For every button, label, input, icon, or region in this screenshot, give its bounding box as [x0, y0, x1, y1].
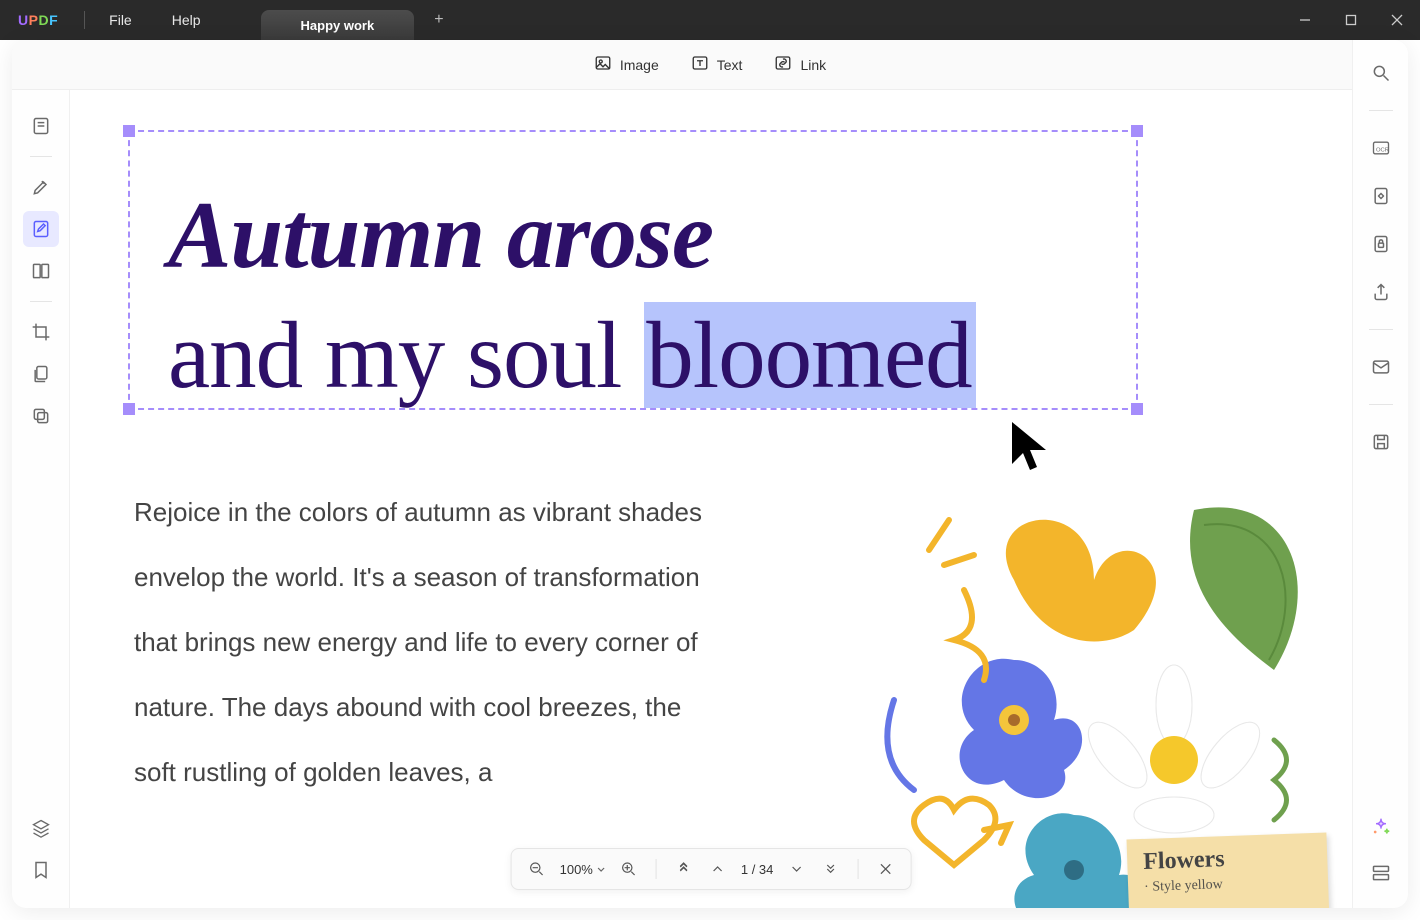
edit-icon[interactable]: [23, 211, 59, 247]
window-minimize-button[interactable]: [1282, 0, 1328, 40]
zoom-out-button[interactable]: [526, 858, 548, 880]
zoom-value: 100%: [560, 862, 593, 877]
sticky-note[interactable]: Flowers · Style yellow: [1126, 833, 1329, 908]
page-layout-icon[interactable]: [23, 253, 59, 289]
page-indicator[interactable]: 1 / 34: [741, 862, 774, 877]
body-paragraph[interactable]: Rejoice in the colors of autumn as vibra…: [134, 480, 704, 805]
title-bar: UPDF File Help Happy work +: [0, 0, 1420, 40]
reader-mode-icon[interactable]: [23, 108, 59, 144]
headline-secondary[interactable]: and my soul bloomed: [168, 300, 976, 410]
mail-icon[interactable]: [1366, 352, 1396, 382]
document-page[interactable]: Autumn arose and my soul bloomed Rejoice…: [98, 90, 1324, 908]
svg-text:OCR: OCR: [1376, 147, 1389, 153]
image-icon: [594, 54, 612, 75]
document-tab[interactable]: Happy work: [261, 10, 415, 40]
close-pagebar-button[interactable]: [874, 858, 896, 880]
chevron-down-icon: [597, 865, 606, 874]
insert-text-button[interactable]: Text: [691, 54, 743, 75]
headline-highlight: bloomed: [644, 302, 975, 408]
crop-icon[interactable]: [23, 314, 59, 350]
panel-layout-icon[interactable]: [1366, 858, 1396, 888]
ocr-icon[interactable]: OCR: [1366, 133, 1396, 163]
cursor-icon: [1008, 420, 1052, 474]
layers-icon[interactable]: [23, 810, 59, 846]
prev-page-button[interactable]: [707, 858, 729, 880]
add-tab-button[interactable]: +: [434, 11, 443, 29]
duplicate-icon[interactable]: [23, 398, 59, 434]
page-canvas[interactable]: Autumn arose and my soul bloomed Rejoice…: [70, 90, 1352, 908]
insert-image-button[interactable]: Image: [594, 54, 659, 75]
protect-icon[interactable]: [1366, 229, 1396, 259]
body-post: The days abound with cool breezes, the s…: [134, 692, 681, 787]
resize-handle-br[interactable]: [1131, 403, 1143, 415]
window-close-button[interactable]: [1374, 0, 1420, 40]
page-navigation-bar: 100% 1 / 34: [511, 848, 912, 890]
highlighter-icon[interactable]: [23, 169, 59, 205]
copy-page-icon[interactable]: [23, 356, 59, 392]
window-maximize-button[interactable]: [1328, 0, 1374, 40]
top-toolbar: Image Text Link: [12, 40, 1408, 90]
zoom-level[interactable]: 100%: [560, 862, 606, 877]
zoom-in-button[interactable]: [618, 858, 640, 880]
logo-separator: [84, 11, 85, 29]
insert-link-button[interactable]: Link: [774, 54, 826, 75]
search-icon[interactable]: [1366, 58, 1396, 88]
link-icon: [774, 54, 792, 75]
text-icon: [691, 54, 709, 75]
menu-help[interactable]: Help: [152, 12, 221, 28]
tool-label: Link: [800, 57, 826, 73]
menu-file[interactable]: File: [89, 12, 152, 28]
share-icon[interactable]: [1366, 277, 1396, 307]
headline-primary[interactable]: Autumn arose: [168, 180, 713, 290]
headline-part: and my soul: [168, 302, 644, 408]
resize-handle-tl[interactable]: [123, 125, 135, 137]
tool-label: Image: [620, 57, 659, 73]
right-sidebar: OCR: [1352, 40, 1408, 908]
first-page-button[interactable]: [673, 858, 695, 880]
tool-label: Text: [717, 57, 743, 73]
sticky-title: Flowers: [1143, 843, 1312, 876]
bookmark-icon[interactable]: [23, 852, 59, 888]
left-sidebar: [12, 90, 70, 908]
save-icon[interactable]: [1366, 427, 1396, 457]
ai-sparkle-icon[interactable]: [1366, 812, 1396, 842]
convert-file-icon[interactable]: [1366, 181, 1396, 211]
last-page-button[interactable]: [819, 858, 841, 880]
sticky-line: · Style yellow: [1144, 874, 1312, 896]
resize-handle-tr[interactable]: [1131, 125, 1143, 137]
app-logo: UPDF: [0, 12, 76, 28]
resize-handle-bl[interactable]: [123, 403, 135, 415]
main-shell: Image Text Link: [12, 40, 1408, 908]
next-page-button[interactable]: [785, 858, 807, 880]
